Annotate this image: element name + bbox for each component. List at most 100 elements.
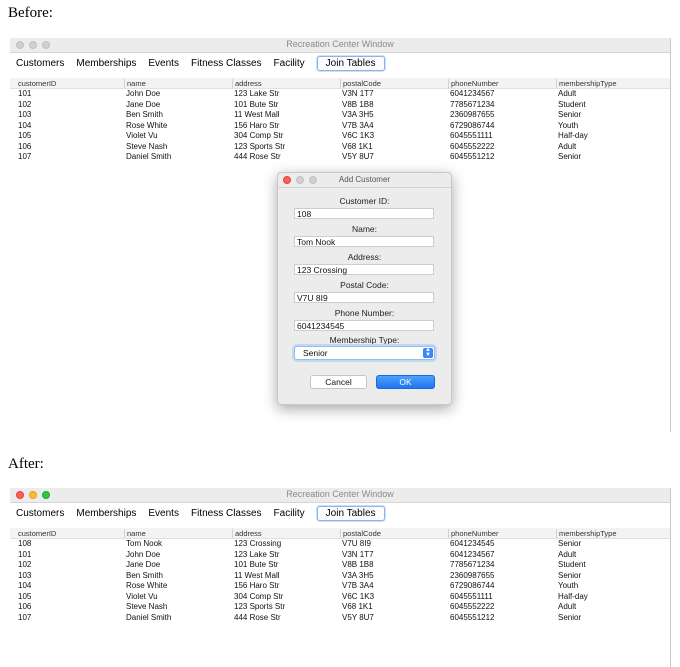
table-cell: V68 1K1 xyxy=(342,141,373,151)
column-header[interactable]: address xyxy=(232,79,262,88)
membership-type-select[interactable]: Senior ▲ ▼ xyxy=(294,346,435,360)
column-header[interactable]: membershipType xyxy=(556,529,617,538)
table-cell: 304 Comp Str xyxy=(234,131,284,140)
table-cell: Senior xyxy=(558,152,582,161)
table-cell: 103 xyxy=(18,570,32,580)
column-header[interactable]: postalCode xyxy=(340,79,381,88)
table-cell: 104 xyxy=(18,581,32,590)
table-cell: 2360987655 xyxy=(450,570,495,580)
name-field[interactable]: Tom Nook xyxy=(294,236,434,247)
menu-memberships[interactable]: Memberships xyxy=(76,58,136,69)
table-cell: 2360987655 xyxy=(450,110,495,119)
table-row[interactable]: 103 Ben Smith 11 West Mall V3A 3H5 236098765… xyxy=(10,571,670,582)
column-header[interactable]: address xyxy=(232,529,262,538)
table-row[interactable]: 102 Jane Doe 101 Bute Str V8B 1B8 7785671234… xyxy=(10,560,670,571)
column-header[interactable]: phoneNumber xyxy=(448,529,499,538)
customer-id-field[interactable]: 108 xyxy=(294,208,434,219)
table-cell: 102 xyxy=(18,99,32,109)
table-row[interactable]: 102 Jane Doe 101 Bute Str V8B 1B8 7785671234… xyxy=(10,100,670,111)
table-row[interactable]: 106 Steve Nash 123 Sports Str V68 1K1 604555… xyxy=(10,142,670,153)
table-cell: V5Y 8U7 xyxy=(342,612,374,622)
table-cell: V7U 8I9 xyxy=(342,539,371,548)
membership-type-value: Senior xyxy=(303,348,328,358)
table-cell: V68 1K1 xyxy=(342,602,373,611)
column-header[interactable]: name xyxy=(124,79,146,88)
table-cell: Student xyxy=(558,560,586,569)
table-row[interactable]: 101 John Doe 123 Lake Str V3N 1T7 6041234567… xyxy=(10,550,670,561)
table-row[interactable]: 103 Ben Smith 11 West Mall V3A 3H5 236098765… xyxy=(10,110,670,121)
table-row[interactable]: 101 John Doe 123 Lake Str V3N 1T7 6041234567… xyxy=(10,89,670,100)
table-cell: V3N 1T7 xyxy=(342,549,374,559)
window-title: Recreation Center Window xyxy=(286,489,394,499)
menu-customers[interactable]: Customers xyxy=(16,508,64,519)
table-cell: Steve Nash xyxy=(126,141,168,151)
titlebar: Recreation Center Window xyxy=(10,488,670,503)
add-customer-dialog: Add Customer Customer ID: 108 Name: Tom … xyxy=(277,172,452,405)
table-cell: 156 Haro Str xyxy=(234,581,280,590)
menu-events[interactable]: Events xyxy=(148,58,179,69)
menu-join-tables[interactable]: Join Tables xyxy=(316,55,385,71)
table-row[interactable]: 107 Daniel Smith 444 Rose Str V5Y 8U7 604555… xyxy=(10,152,670,163)
table-cell: 304 Comp Str xyxy=(234,591,284,601)
table-cell: V8B 1B8 xyxy=(342,560,374,569)
postal-code-field[interactable]: V7U 8I9 xyxy=(294,292,434,303)
address-label: Address: xyxy=(347,252,382,262)
table-cell: V3N 1T7 xyxy=(342,89,374,98)
table-row[interactable]: 104 Rose White 156 Haro Str V7B 3A4 67290867… xyxy=(10,121,670,132)
menu-fitness-classes[interactable]: Fitness Classes xyxy=(191,58,262,69)
customer-table: customerID name address postalCode phone… xyxy=(10,78,670,163)
column-header[interactable]: customerID xyxy=(18,79,56,88)
table-cell: V3A 3H5 xyxy=(342,570,374,580)
table-cell: Senior xyxy=(558,612,582,622)
table-row[interactable]: 104 Rose White 156 Haro Str V7B 3A4 67290867… xyxy=(10,581,670,592)
cancel-button[interactable]: Cancel xyxy=(310,375,367,389)
table-cell: Youth xyxy=(558,120,579,130)
table-cell: 6041234545 xyxy=(450,539,495,548)
address-field[interactable]: 123 Crossing xyxy=(294,264,434,275)
menu-events[interactable]: Events xyxy=(148,508,179,519)
table-cell: Adult xyxy=(558,141,577,151)
table-cell: 101 xyxy=(18,549,32,559)
column-header[interactable]: membershipType xyxy=(556,79,617,88)
window-title: Recreation Center Window xyxy=(286,39,394,49)
menu-facility[interactable]: Facility xyxy=(274,508,305,519)
menu-memberships[interactable]: Memberships xyxy=(76,508,136,519)
table-cell: Violet Vu xyxy=(126,131,158,140)
table-cell: 107 xyxy=(18,612,32,622)
table-row[interactable]: 105 Violet Vu 304 Comp Str V6C 1K3 604555111… xyxy=(10,131,670,142)
table-cell: Jane Doe xyxy=(126,560,161,569)
column-header[interactable]: customerID xyxy=(18,529,56,538)
column-header[interactable]: phoneNumber xyxy=(448,79,499,88)
window-after: Recreation Center Window Customers Membe… xyxy=(10,488,670,667)
menu-join-tables[interactable]: Join Tables xyxy=(316,505,385,521)
table-cell: 106 xyxy=(18,602,32,611)
table-cell: 6045551111 xyxy=(450,591,493,601)
table-cell: Half-day xyxy=(558,131,588,140)
table-cell: John Doe xyxy=(126,89,161,98)
column-header[interactable]: postalCode xyxy=(340,529,381,538)
ok-button[interactable]: OK xyxy=(376,375,435,389)
table-cell: 7785671234 xyxy=(450,99,495,109)
table-cell: Senior xyxy=(558,110,582,119)
table-cell: V7B 3A4 xyxy=(342,120,374,130)
customer-table: customerID name address postalCode phone… xyxy=(10,528,670,623)
menu-customers[interactable]: Customers xyxy=(16,58,64,69)
table-cell: Tom Nook xyxy=(126,539,163,548)
menu-facility[interactable]: Facility xyxy=(274,58,305,69)
table-cell: Adult xyxy=(558,549,577,559)
table-cell: 444 Rose Str xyxy=(234,152,281,161)
phone-number-field[interactable]: 6041234545 xyxy=(294,320,434,331)
table-cell: 123 Lake Str xyxy=(234,549,280,559)
table-body: 101 John Doe 123 Lake Str V3N 1T7 6041234567… xyxy=(10,89,670,163)
table-cell: Jane Doe xyxy=(126,99,161,109)
table-cell: 6045551212 xyxy=(450,152,495,161)
table-row[interactable]: 105 Violet Vu 304 Comp Str V6C 1K3 604555111… xyxy=(10,592,670,603)
customer-id-label: Customer ID: xyxy=(339,196,390,206)
column-header[interactable]: name xyxy=(124,529,146,538)
table-row[interactable]: 108 Tom Nook 123 Crossing V7U 8I9 6041234545… xyxy=(10,539,670,550)
phone-number-label: Phone Number: xyxy=(334,308,395,318)
table-row[interactable]: 107 Daniel Smith 444 Rose Str V5Y 8U7 604555… xyxy=(10,613,670,624)
menu-fitness-classes[interactable]: Fitness Classes xyxy=(191,508,262,519)
table-cell: 102 xyxy=(18,560,32,569)
table-row[interactable]: 106 Steve Nash 123 Sports Str V68 1K1 604555… xyxy=(10,602,670,613)
